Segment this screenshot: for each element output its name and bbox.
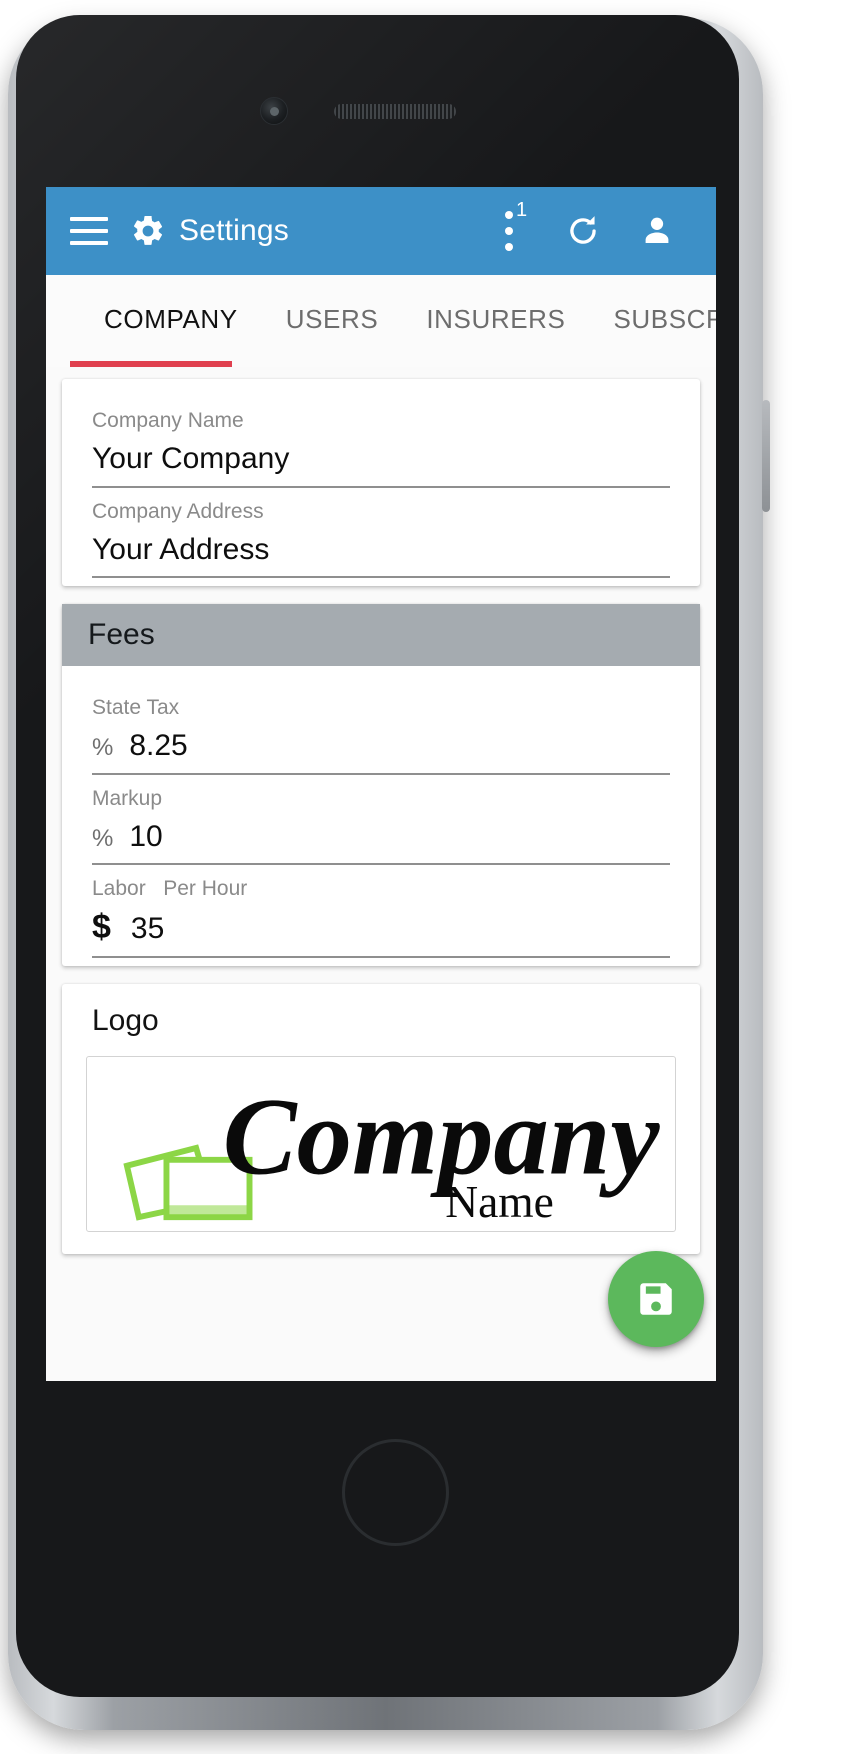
company-info-card: Company Name Your Company Company Addres… — [62, 379, 700, 587]
earpiece-speaker — [334, 104, 456, 119]
gear-icon — [133, 215, 163, 245]
overflow-menu-button[interactable]: 1 — [472, 194, 546, 268]
dollar-icon: $ — [92, 908, 111, 947]
company-name-input[interactable]: Your Company — [92, 442, 670, 488]
company-address-value: Your Address — [92, 532, 270, 566]
hamburger-menu-icon[interactable] — [70, 217, 108, 245]
field-markup: Markup % 10 — [92, 775, 670, 866]
save-fab-button[interactable] — [608, 1251, 704, 1347]
company-address-label: Company Address — [92, 499, 264, 523]
front-camera-icon — [260, 97, 288, 125]
device-frame: Settings 1 COMPANY USERS INSURERS SUBSCR… — [0, 0, 862, 1754]
person-icon — [645, 217, 669, 243]
save-icon — [640, 1283, 672, 1315]
logo-card-body: Logo Company Name — [62, 984, 700, 1254]
camera-lens — [270, 107, 279, 116]
refresh-button[interactable] — [546, 194, 620, 268]
tab-content-company: Company Name Your Company Company Addres… — [46, 367, 716, 1381]
phone-screen: Settings 1 COMPANY USERS INSURERS SUBSCR… — [46, 187, 716, 1381]
field-company-name: Company Name Your Company — [92, 397, 670, 488]
fees-section-title: Fees — [88, 618, 155, 652]
tab-company[interactable]: COMPANY — [80, 304, 262, 335]
refresh-icon — [570, 216, 596, 244]
tab-insurers[interactable]: INSURERS — [402, 304, 589, 335]
logo-section-title: Logo — [92, 1003, 159, 1037]
markup-input[interactable]: % 10 — [92, 820, 670, 866]
percent-icon: % — [92, 824, 114, 852]
app-bar-actions: 1 — [472, 194, 694, 268]
account-button[interactable] — [620, 194, 694, 268]
field-labor-per-hour: Labor Per Hour $ 35 — [92, 865, 670, 958]
app-bar-left-group: Settings — [70, 213, 472, 249]
logo-card: Logo Company Name — [62, 983, 700, 1254]
field-company-address: Company Address Your Address — [92, 488, 670, 579]
state-tax-value: 8.25 — [129, 729, 188, 763]
markup-label: Markup — [92, 786, 163, 810]
labor-per-hour-label: Labor Per Hour — [92, 877, 248, 901]
power-button[interactable] — [762, 400, 770, 512]
state-tax-input[interactable]: % 8.25 — [92, 729, 670, 775]
tab-subscription[interactable]: SUBSCRIPTION — [589, 304, 716, 335]
company-name-label: Company Name — [92, 409, 244, 432]
home-button[interactable] — [342, 1439, 449, 1546]
app-bar: Settings 1 — [46, 187, 716, 275]
logo-image-frame[interactable]: Company Name — [86, 1055, 676, 1232]
company-name-value: Your Company — [92, 442, 290, 476]
tab-users[interactable]: USERS — [262, 304, 403, 335]
labor-per-hour-value: 35 — [130, 912, 165, 946]
markup-value: 10 — [129, 819, 163, 853]
fees-card-body: State Tax % 8.25 Markup % 10 Labor Per H… — [62, 666, 700, 966]
company-logo-image: Company Name — [123, 1075, 661, 1227]
overflow-badge: 1 — [516, 199, 528, 221]
logo-serif-text: Name — [445, 1176, 554, 1227]
company-address-input[interactable]: Your Address — [92, 533, 670, 579]
fees-section-header: Fees — [62, 604, 700, 667]
fees-card: Fees State Tax % 8.25 Markup % 10 Labor … — [62, 604, 700, 966]
labor-per-hour-input[interactable]: $ 35 — [92, 910, 670, 958]
tab-strip[interactable]: COMPANY USERS INSURERS SUBSCRIPTION — [46, 275, 716, 363]
logo-script-text: Company — [223, 1075, 661, 1198]
percent-icon: % — [92, 734, 114, 762]
state-tax-label: State Tax — [92, 696, 180, 720]
page-title: Settings — [179, 214, 289, 247]
kebab-menu-icon — [505, 211, 513, 251]
tab-bar: COMPANY USERS INSURERS SUBSCRIPTION — [46, 275, 716, 367]
field-state-tax: State Tax % 8.25 — [92, 684, 670, 775]
company-info-card-body: Company Name Your Company Company Addres… — [62, 379, 700, 586]
